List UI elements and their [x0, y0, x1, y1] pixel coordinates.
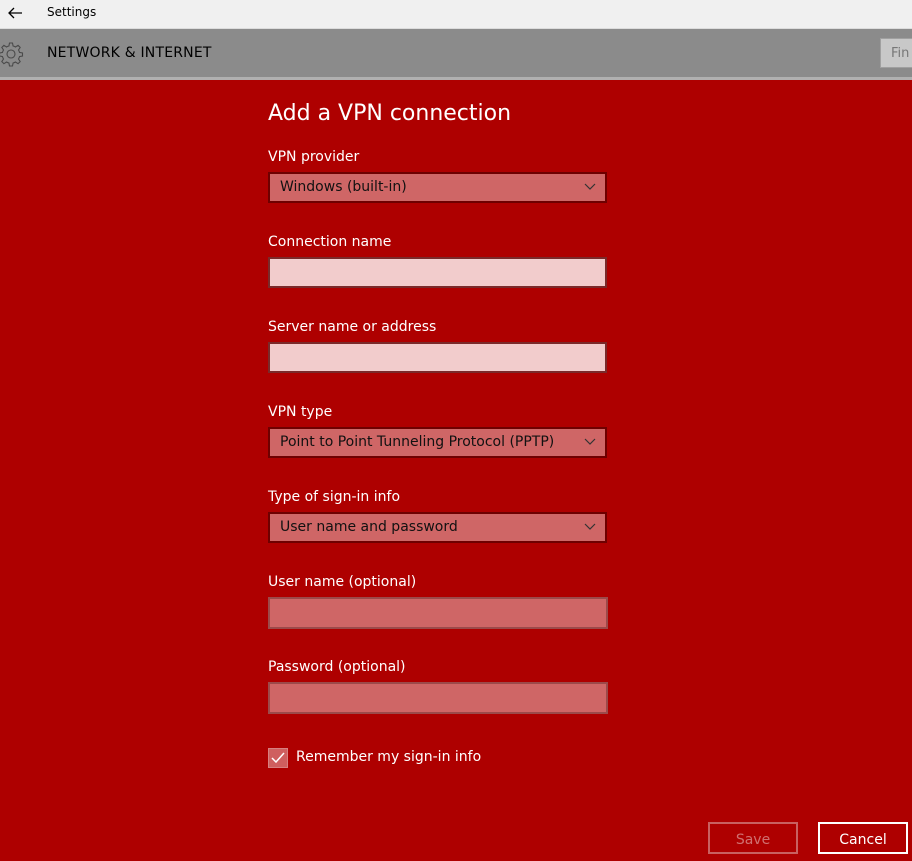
vpn-type-label: VPN type	[268, 404, 333, 420]
vpn-type-value: Point to Point Tunneling Protocol (PPTP)	[280, 434, 555, 450]
vpn-type-dropdown[interactable]: Point to Point Tunneling Protocol (PPTP)	[268, 427, 607, 458]
title-bar: Settings	[0, 0, 912, 29]
username-input[interactable]	[268, 597, 608, 629]
remember-signin-label: Remember my sign-in info	[296, 749, 482, 765]
remember-signin-checkbox[interactable]	[268, 748, 288, 768]
vpn-provider-dropdown[interactable]: Windows (built-in)	[268, 172, 607, 203]
password-label: Password (optional)	[268, 659, 406, 675]
username-label: User name (optional)	[268, 574, 417, 590]
connection-name-input[interactable]	[268, 257, 607, 288]
back-arrow-icon	[8, 7, 22, 19]
back-button[interactable]	[4, 3, 26, 23]
chevron-down-icon	[584, 438, 596, 445]
chevron-down-icon	[584, 183, 596, 190]
cancel-button[interactable]: Cancel	[818, 822, 908, 854]
page-title: NETWORK & INTERNET	[47, 45, 212, 61]
server-address-label: Server name or address	[268, 319, 437, 335]
signin-type-label: Type of sign-in info	[268, 489, 401, 505]
vpn-provider-value: Windows (built-in)	[280, 179, 407, 195]
signin-type-dropdown[interactable]: User name and password	[268, 512, 607, 543]
chevron-down-icon	[584, 523, 596, 530]
gear-icon	[0, 42, 24, 67]
vpn-provider-label: VPN provider	[268, 149, 360, 165]
password-input[interactable]	[268, 682, 608, 714]
save-button[interactable]: Save	[708, 822, 798, 854]
connection-name-label: Connection name	[268, 234, 392, 250]
checkmark-icon	[271, 752, 285, 764]
dialog-heading: Add a VPN connection	[268, 101, 512, 126]
signin-type-value: User name and password	[280, 519, 458, 535]
search-input[interactable]: Fin	[880, 38, 912, 68]
app-title: Settings	[47, 5, 97, 19]
server-address-input[interactable]	[268, 342, 607, 373]
